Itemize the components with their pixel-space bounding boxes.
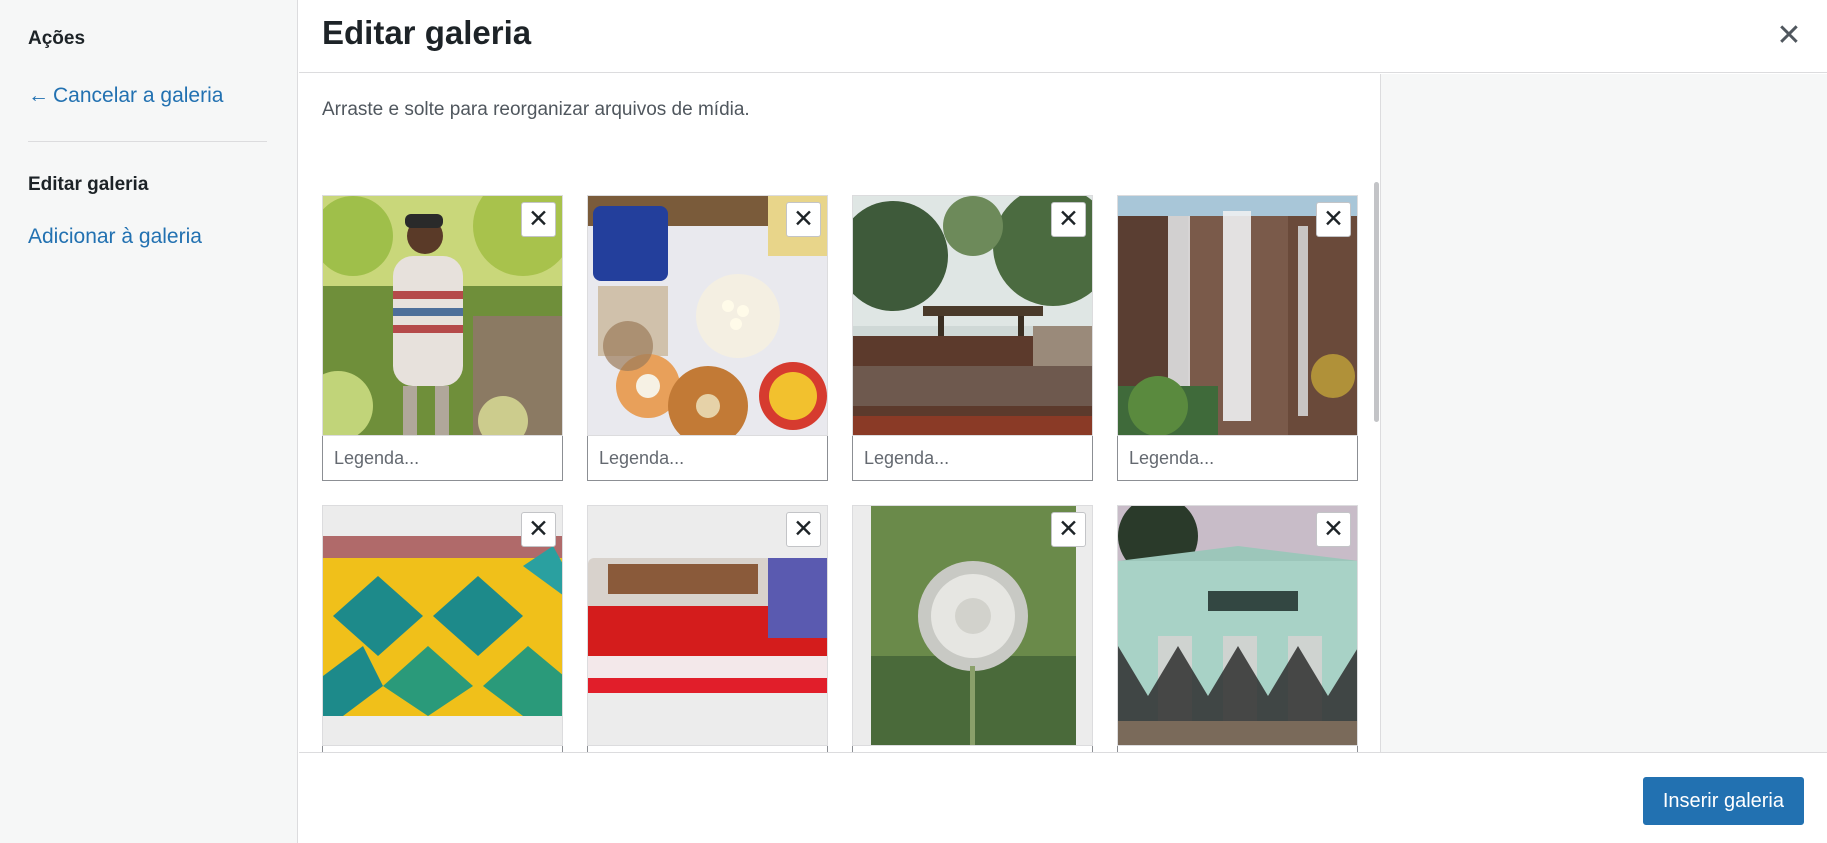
- remove-item-icon[interactable]: ✕: [521, 202, 556, 237]
- actions-heading: Ações: [28, 28, 86, 49]
- modal-footer: Inserir galeria: [299, 752, 1827, 843]
- remove-item-icon[interactable]: ✕: [1316, 202, 1351, 237]
- instructions-text: Arraste e solte para reorganizar arquivo…: [322, 99, 750, 120]
- gallery-content: Arraste e solte para reorganizar arquivo…: [299, 74, 1379, 752]
- remove-item-icon[interactable]: ✕: [1316, 512, 1351, 547]
- gallery-item[interactable]: ✕: [852, 505, 1093, 752]
- media-sidebar: Ações ← Cancelar a galeria Editar galeria…: [0, 0, 298, 843]
- remove-item-icon[interactable]: ✕: [1051, 512, 1086, 547]
- caption-input[interactable]: [322, 436, 563, 481]
- image-thumbnail[interactable]: ✕: [322, 195, 563, 436]
- image-thumbnail[interactable]: ✕: [587, 505, 828, 746]
- page-title: Editar galeria: [322, 14, 532, 51]
- arrow-left-icon: ←: [28, 84, 49, 107]
- edit-gallery-heading: Editar galeria: [28, 174, 149, 195]
- remove-item-icon[interactable]: ✕: [521, 512, 556, 547]
- caption-input[interactable]: [587, 436, 828, 481]
- caption-input[interactable]: [852, 436, 1093, 481]
- add-to-gallery-link[interactable]: Adicionar à galeria: [28, 225, 202, 249]
- gallery-item[interactable]: ✕: [587, 505, 828, 752]
- image-thumbnail[interactable]: ✕: [322, 505, 563, 746]
- gallery-item[interactable]: ✕: [1117, 195, 1358, 481]
- gallery-item[interactable]: ✕: [1117, 505, 1358, 752]
- gallery-item[interactable]: ✕: [852, 195, 1093, 481]
- gallery-item[interactable]: ✕: [587, 195, 828, 481]
- scrollbar-thumb[interactable]: [1374, 182, 1379, 422]
- image-thumbnail[interactable]: ✕: [1117, 505, 1358, 746]
- insert-gallery-button[interactable]: Inserir galeria: [1642, 777, 1804, 825]
- remove-item-icon[interactable]: ✕: [1051, 202, 1086, 237]
- cancel-gallery-link[interactable]: ← Cancelar a galeria: [28, 84, 223, 108]
- remove-item-icon[interactable]: ✕: [786, 512, 821, 547]
- cancel-gallery-label: Cancelar a galeria: [53, 84, 224, 107]
- remove-item-icon[interactable]: ✕: [786, 202, 821, 237]
- caption-input[interactable]: [1117, 436, 1358, 481]
- gallery-item[interactable]: ✕: [322, 195, 563, 481]
- image-thumbnail[interactable]: ✕: [1117, 195, 1358, 436]
- image-thumbnail[interactable]: ✕: [852, 195, 1093, 436]
- sidebar-separator: [28, 141, 267, 142]
- details-panel: [1380, 74, 1827, 752]
- image-thumbnail[interactable]: ✕: [852, 505, 1093, 746]
- image-thumbnail[interactable]: ✕: [587, 195, 828, 436]
- close-icon[interactable]: ✕: [1773, 20, 1805, 52]
- gallery-item[interactable]: ✕: [322, 505, 563, 752]
- modal-header: Editar galeria ✕: [299, 0, 1827, 73]
